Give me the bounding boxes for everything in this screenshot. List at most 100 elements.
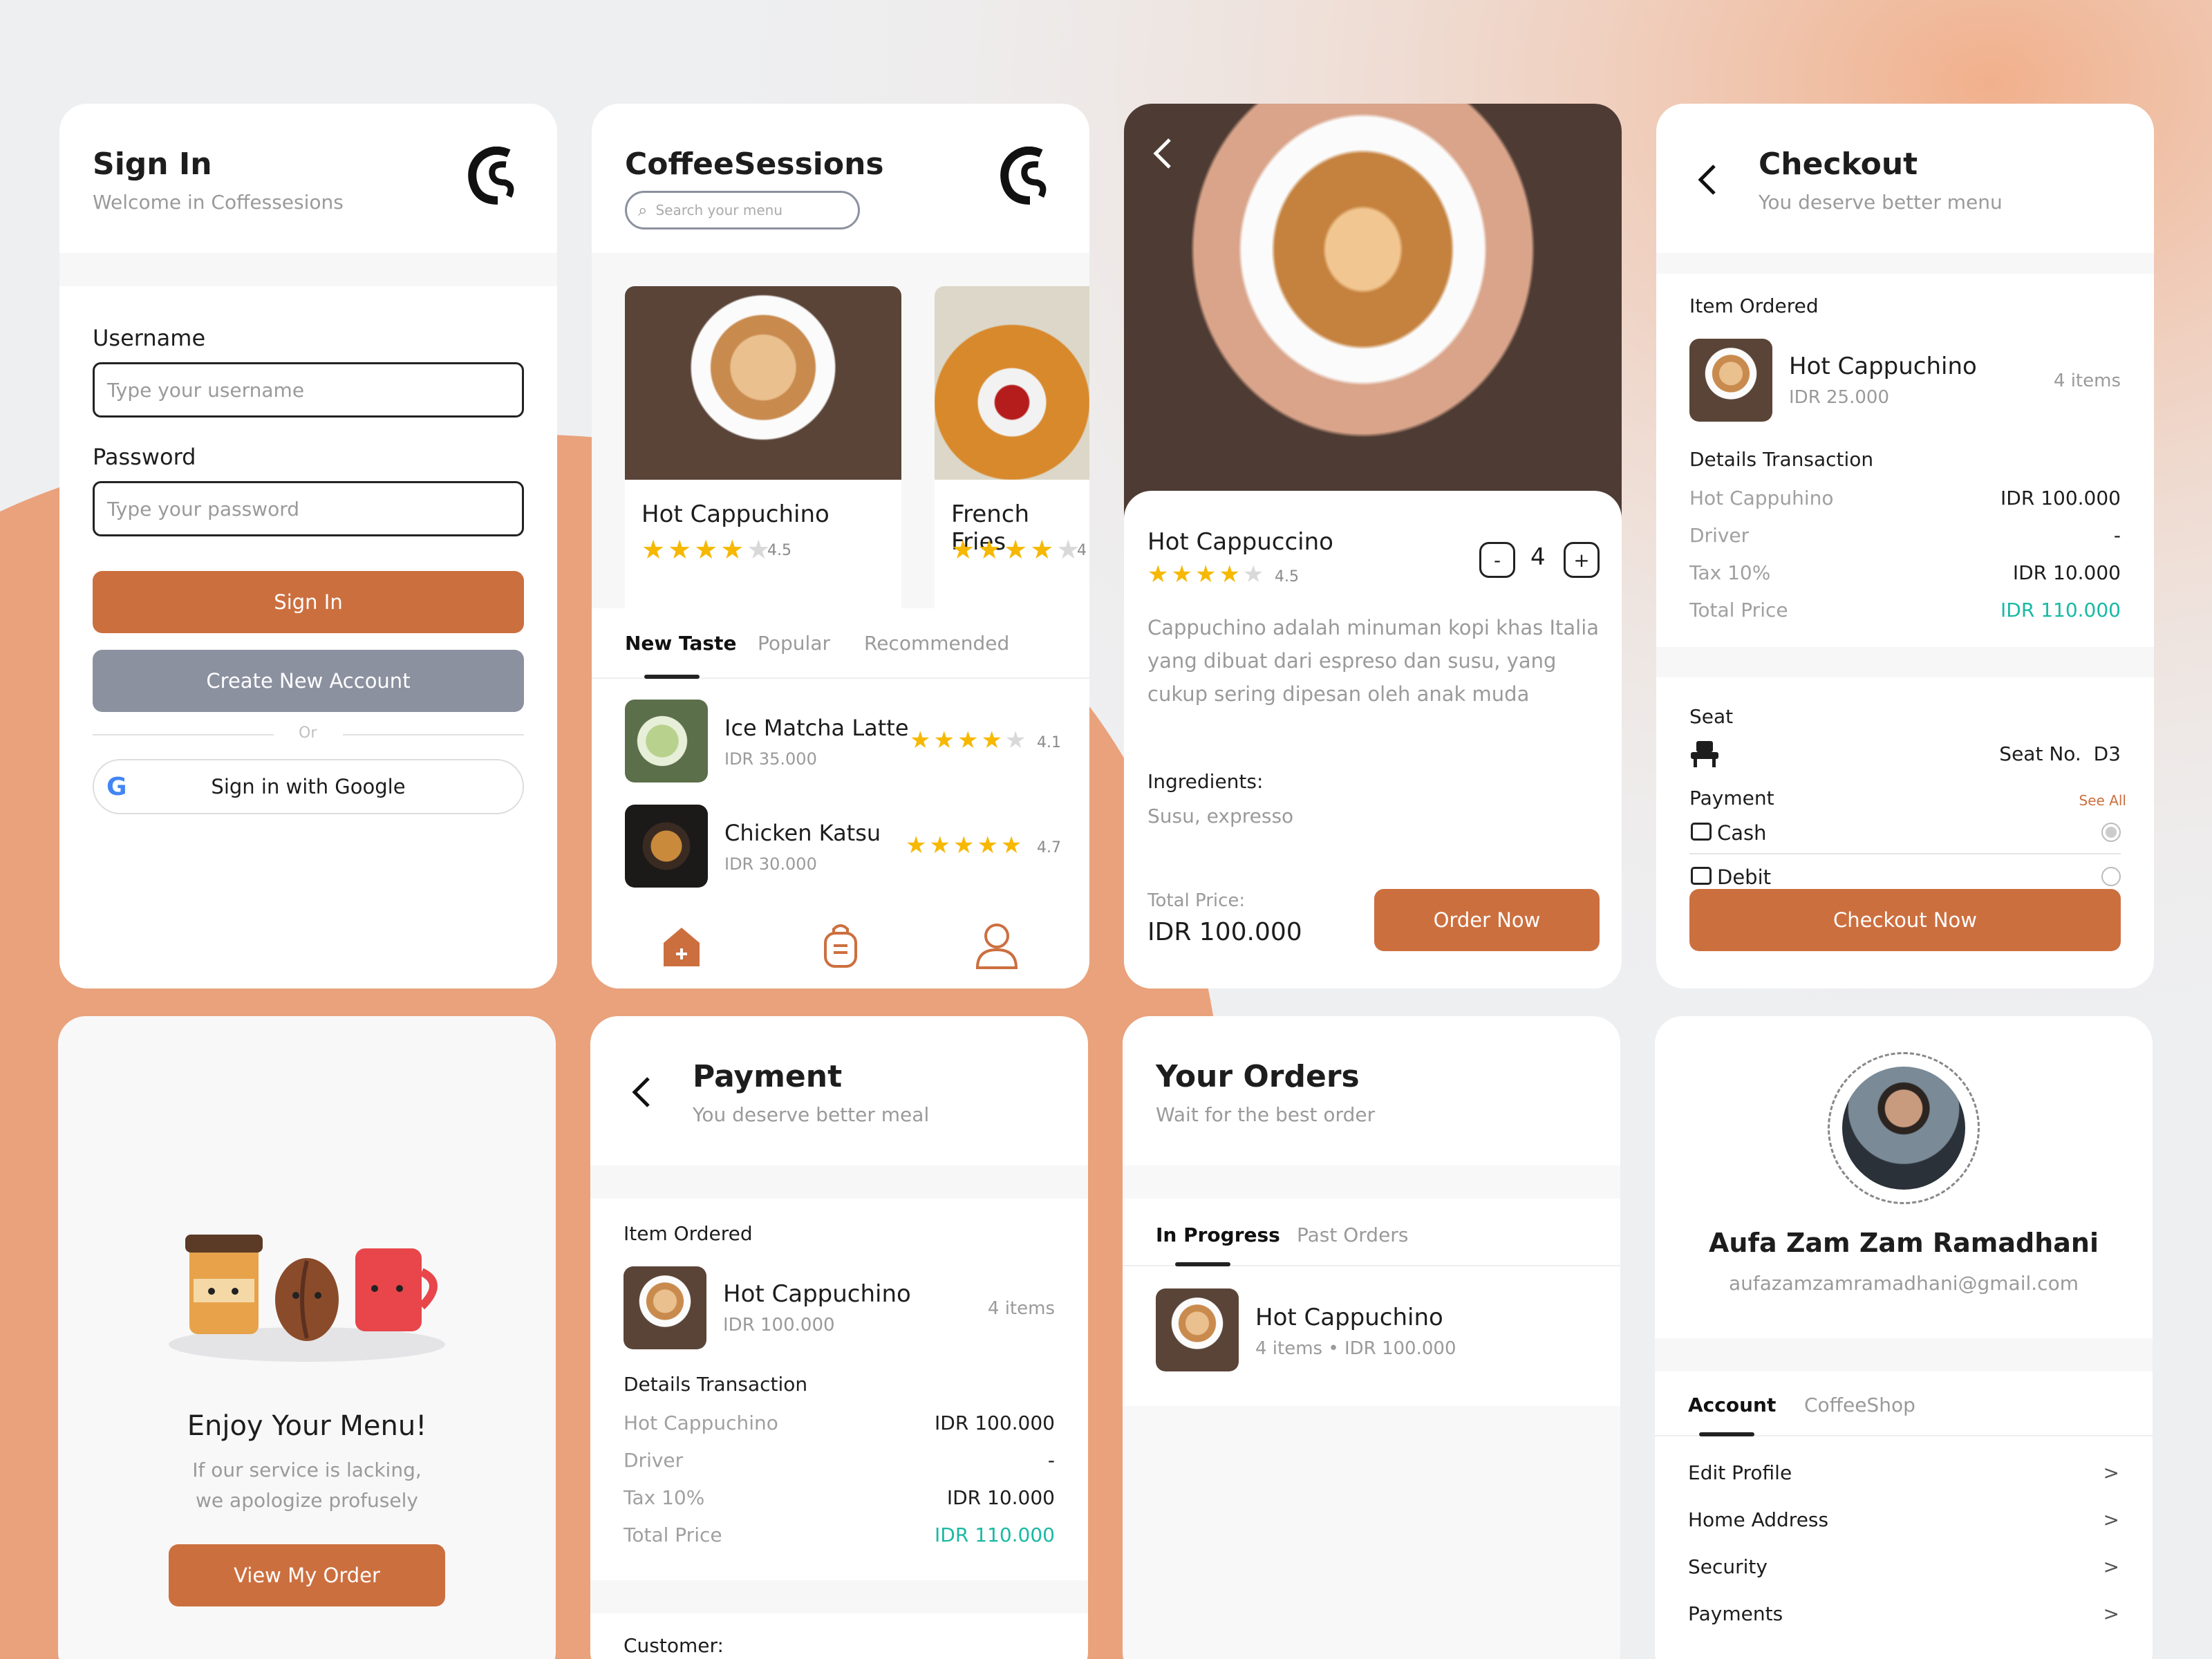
list-item[interactable]: Chicken Katsu IDR 30.000 ★★★★★ 4.7 (625, 805, 1061, 890)
tab-coffeeshop[interactable]: CoffeeShop (1804, 1394, 1915, 1416)
back-icon[interactable] (1149, 135, 1177, 171)
detail-row: Driver - (624, 1449, 1055, 1472)
google-signin-label: Sign in with Google (211, 775, 406, 798)
details-label: Details Transaction (624, 1373, 808, 1396)
plus-button[interactable]: + (1564, 542, 1600, 578)
detail-row: Hot Cappuchino IDR 100.000 (624, 1412, 1055, 1434)
radio-button[interactable] (2101, 823, 2121, 842)
rating-value: 4 (1077, 542, 1087, 559)
profile-icon[interactable] (975, 922, 1019, 969)
rating-stars: ★★★★★ (641, 534, 774, 565)
details-label: Details Transaction (1689, 448, 1874, 471)
enjoy-line2: we apologize profusely (196, 1489, 418, 1512)
total-label: Total Price: (1147, 890, 1246, 911)
profile-name: Aufa Zam Zam Ramadhani (1708, 1228, 2099, 1258)
hero-image (1124, 104, 1622, 532)
search-input[interactable]: ⌕ Search your menu (625, 191, 860, 229)
divider-right (343, 734, 524, 735)
menu-item-label: Edit Profile (1688, 1461, 1792, 1484)
quantity-value: 4 (1530, 543, 1546, 571)
detail-row: Tax 10% IDR 10.000 (1689, 561, 2121, 584)
menu-item-payments[interactable]: Payments > (1688, 1602, 2119, 1625)
total-row: Total Price IDR 110.000 (624, 1524, 1055, 1546)
tab-in-progress[interactable]: In Progress (1156, 1224, 1280, 1246)
checkout-now-button[interactable]: Checkout Now (1689, 889, 2121, 951)
item-image (624, 1266, 706, 1349)
seat-value: Seat No. D3 (1999, 742, 2121, 765)
username-field[interactable]: Type your username (93, 362, 524, 418)
tab-past-orders[interactable]: Past Orders (1297, 1224, 1408, 1246)
google-icon: G (106, 772, 127, 801)
chevron-right-icon: > (2103, 1602, 2119, 1625)
item-ordered-label: Item Ordered (1689, 294, 1819, 317)
password-placeholder: Type your password (107, 497, 300, 521)
enjoy-line1: If our service is lacking, (192, 1459, 422, 1481)
seat-label: Seat (1689, 705, 1734, 728)
chevron-right-icon: > (2103, 1555, 2119, 1578)
item-name: Chicken Katsu (724, 820, 881, 846)
product-name: Hot Cappuccino (1147, 528, 1333, 556)
divider-or: Or (299, 724, 317, 742)
tab-recommended[interactable]: Recommended (864, 632, 1009, 655)
ingredients-label: Ingredients: (1147, 770, 1264, 793)
customer-label: Customer: (624, 1634, 724, 1657)
bag-icon[interactable] (823, 922, 859, 969)
home-icon[interactable] (661, 925, 702, 969)
profile-email: aufazamzamramadhani@gmail.com (1729, 1272, 2079, 1295)
item-price: IDR 100.000 (723, 1315, 835, 1335)
item-count: 4 items (2053, 371, 2121, 391)
rating-stars: ★★★★★ (951, 534, 1083, 565)
rating-value: 4.5 (1275, 568, 1299, 585)
password-label: Password (93, 444, 196, 470)
minus-button[interactable]: - (1479, 542, 1515, 578)
featured-name: Hot Cappuchino (641, 500, 830, 528)
tab-new-taste[interactable]: New Taste (625, 632, 736, 655)
coffee-mascots-illustration (169, 1224, 445, 1362)
see-all-link[interactable]: See All (2079, 792, 2126, 809)
password-field[interactable]: Type your password (93, 481, 524, 536)
home-card: CoffeeSessions ⌕ Search your menu Hot Ca… (592, 104, 1089, 988)
featured-image (935, 286, 1089, 480)
total-row: Total Price IDR 110.000 (1689, 599, 2121, 621)
menu-item-edit-profile[interactable]: Edit Profile > (1688, 1461, 2119, 1484)
page-subtitle: You deserve better meal (693, 1103, 930, 1126)
detail-row: Driver - (1689, 524, 2121, 547)
logo-icon (998, 146, 1051, 205)
order-item[interactable]: Hot Cappuchino 4 items • IDR 100.000 (1156, 1288, 1587, 1374)
detail-row: Hot Cappuhino IDR 100.000 (1689, 487, 2121, 509)
item-name: Ice Matcha Latte (724, 715, 909, 741)
back-icon[interactable] (629, 1074, 654, 1110)
tab-popular[interactable]: Popular (758, 632, 830, 655)
username-label: Username (93, 325, 206, 351)
back-icon[interactable] (1695, 162, 1720, 198)
list-item[interactable]: Ice Matcha Latte IDR 35.000 ★★★★★ 4.1 (625, 700, 1061, 785)
radio-button[interactable] (2101, 867, 2121, 886)
item-image (625, 805, 708, 888)
detail-row: Tax 10% IDR 10.000 (624, 1486, 1055, 1509)
total-value: IDR 100.000 (1147, 918, 1302, 946)
google-signin-button[interactable]: G Sign in with Google (93, 759, 524, 814)
menu-item-security[interactable]: Security > (1688, 1555, 2119, 1578)
payment-card: Payment You deserve better meal Item Ord… (590, 1016, 1088, 1659)
item-price: IDR 30.000 (724, 854, 817, 874)
menu-item-home-address[interactable]: Home Address > (1688, 1508, 2119, 1531)
tab-indicator (644, 675, 700, 679)
search-icon: ⌕ (638, 200, 648, 220)
page-title: Payment (693, 1059, 843, 1094)
order-now-button[interactable]: Order Now (1374, 889, 1600, 951)
view-order-button[interactable]: View My Order (169, 1544, 445, 1606)
rating-value: 4.5 (767, 542, 791, 559)
page-subtitle: Welcome in Coffessesions (93, 191, 344, 214)
menu-item-label: Security (1688, 1555, 1768, 1578)
page-title: Checkout (1759, 147, 1918, 182)
item-meta: 4 items • IDR 100.000 (1255, 1338, 1456, 1359)
item-image (1689, 339, 1772, 422)
menu-item-label: Payments (1688, 1602, 1783, 1625)
orders-card: Your Orders Wait for the best order In P… (1123, 1016, 1620, 1659)
create-account-button[interactable]: Create New Account (93, 650, 524, 712)
tab-account[interactable]: Account (1688, 1394, 1776, 1416)
payment-option-cash[interactable]: Cash (1689, 820, 2121, 854)
signin-button[interactable]: Sign In (93, 571, 524, 633)
menu-item-label: Home Address (1688, 1508, 1829, 1531)
rating-stars: ★★★★★ (1147, 561, 1267, 588)
